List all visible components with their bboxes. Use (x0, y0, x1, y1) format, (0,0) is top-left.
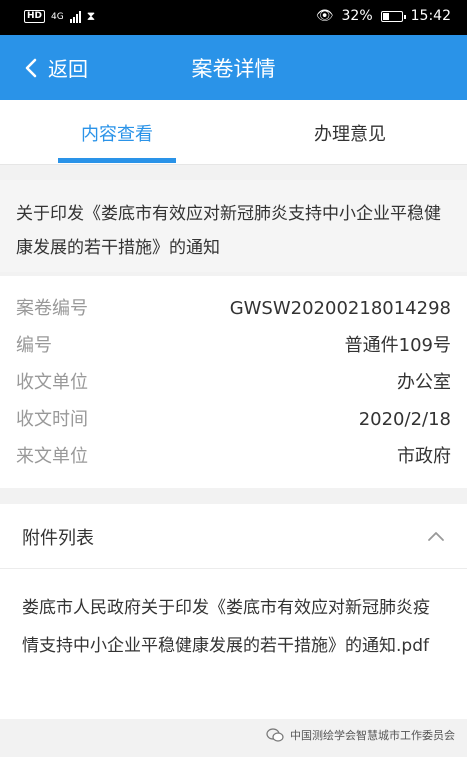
hourglass-icon: ⧗ (86, 9, 96, 23)
battery-icon (380, 10, 406, 22)
network-type: 4G (51, 11, 64, 22)
battery-percent: 32% (341, 8, 373, 24)
detail-key: 来文单位 (16, 446, 88, 467)
detail-value: 普通件109号 (344, 335, 451, 356)
detail-value: GWSW20200218014298 (229, 298, 451, 319)
watermark: 中国测绘学会智慧城市工作委员会 (266, 727, 455, 743)
attachment-item[interactable]: 娄底市人民政府关于印发《娄底市有效应对新冠肺炎疫情支持中小企业平稳健康发展的若干… (22, 589, 445, 665)
detail-key: 案卷编号 (16, 298, 88, 319)
status-bar: HD 4G ⧗ 👁 32% 15:42 (0, 0, 467, 35)
detail-key: 编号 (16, 335, 52, 356)
active-tab-indicator (58, 158, 176, 163)
detail-row-number: 编号 普通件109号 (0, 327, 467, 364)
detail-value: 市政府 (397, 446, 451, 467)
watermark-text: 中国测绘学会智慧城市工作委员会 (290, 729, 455, 742)
detail-row-receiving-time: 收文时间 2020/2/18 (0, 401, 467, 438)
eye-icon: 👁 (315, 8, 334, 24)
detail-key: 收文单位 (16, 372, 88, 393)
attachment-list-header[interactable]: 附件列表 (0, 504, 467, 569)
tab-handling-opinion[interactable]: 办理意见 (270, 120, 430, 146)
hd-indicator: HD (24, 10, 46, 23)
wechat-icon (266, 728, 284, 742)
detail-list: 案卷编号 GWSW20200218014298 编号 普通件109号 收文单位 … (0, 276, 467, 488)
attachment-list: 娄底市人民政府关于印发《娄底市有效应对新冠肺炎疫情支持中小企业平稳健康发展的若干… (0, 569, 467, 719)
document-title: 关于印发《娄底市有效应对新冠肺炎支持中小企业平稳健康发展的若干措施》的通知 (0, 180, 467, 272)
detail-value: 办公室 (397, 372, 451, 393)
detail-row-file-number: 案卷编号 GWSW20200218014298 (0, 290, 467, 327)
detail-value: 2020/2/18 (358, 409, 451, 430)
page-title: 案卷详情 (191, 57, 276, 81)
attachment-list-title: 附件列表 (22, 528, 94, 549)
clock: 15:42 (410, 8, 451, 24)
app-bar: 返回 案卷详情 (0, 35, 467, 100)
detail-row-receiving-unit: 收文单位 办公室 (0, 364, 467, 401)
chevron-up-icon[interactable] (427, 530, 445, 542)
tab-content-view[interactable]: 内容查看 (37, 120, 197, 146)
tab-bar: 内容查看 办理意见 (0, 100, 467, 165)
signal-icon (69, 10, 81, 23)
detail-row-sending-unit: 来文单位 市政府 (0, 438, 467, 475)
detail-key: 收文时间 (16, 409, 88, 430)
